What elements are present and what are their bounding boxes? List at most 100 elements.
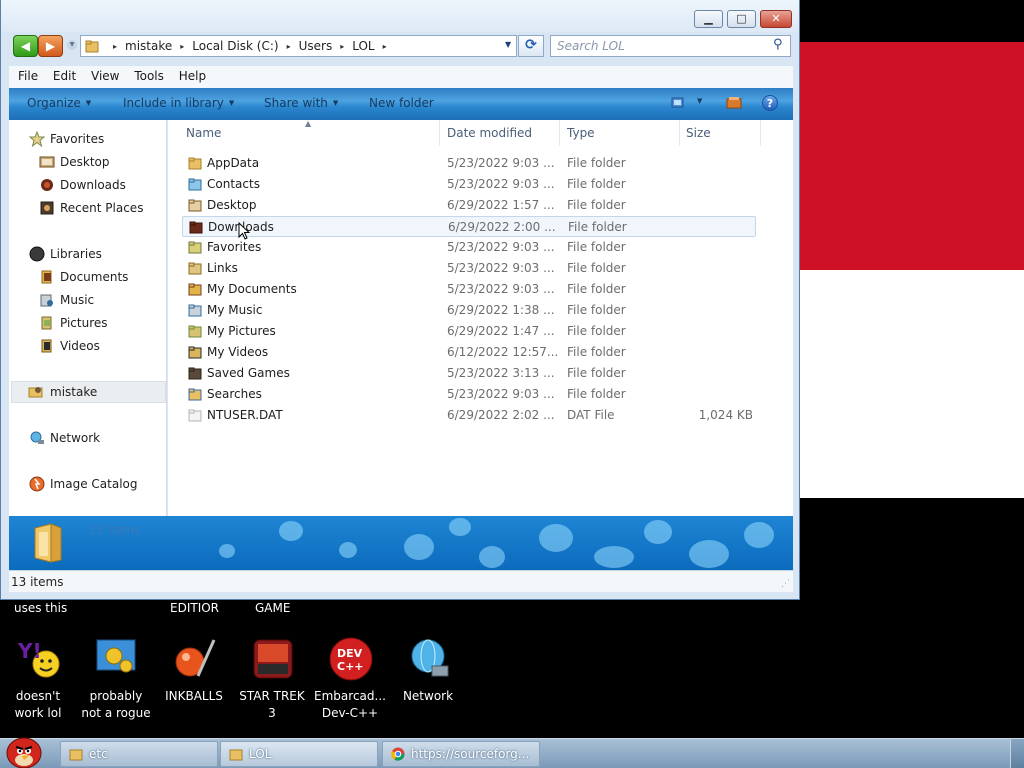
minimize-button[interactable]: ▁ xyxy=(694,10,723,28)
taskbar-button-chrome[interactable]: https://sourceforg... xyxy=(382,741,540,767)
menu-file[interactable]: File xyxy=(9,66,38,83)
include-in-library-button[interactable]: Include in library ▼ xyxy=(123,96,234,110)
search-icon[interactable]: ⚲ xyxy=(773,37,783,52)
music-icon xyxy=(40,294,53,307)
libraries-icon xyxy=(29,246,45,262)
file-row[interactable]: My Pictures 6/29/2022 1:47 ... File folder xyxy=(182,321,756,342)
title-bar[interactable]: ▁ □ ✕ xyxy=(1,0,799,32)
breadcrumb-item[interactable]: LOL xyxy=(352,39,374,53)
column-type[interactable]: Type xyxy=(567,126,595,146)
column-name[interactable]: Name xyxy=(186,126,221,146)
chevron-down-icon: ▼ xyxy=(228,99,235,107)
decorative-bubble xyxy=(744,522,774,548)
recent-pages-dropdown[interactable]: ▼ xyxy=(67,40,77,50)
back-button[interactable]: ◀ xyxy=(13,35,38,57)
column-divider[interactable] xyxy=(760,120,761,146)
file-type: File folder xyxy=(567,366,626,380)
taskbar-label: LOL xyxy=(249,747,272,761)
desktop-icon-label: STAR TREK 3 xyxy=(239,689,305,720)
help-button[interactable]: ? xyxy=(762,95,778,111)
file-type: DAT File xyxy=(567,408,615,422)
column-size[interactable]: Size xyxy=(686,126,711,146)
nav-downloads-label: Downloads xyxy=(60,178,126,192)
desktop-icon xyxy=(188,199,202,212)
file-row[interactable]: Searches 5/23/2022 9:03 ... File folder xyxy=(182,384,756,405)
desktop-text-label: GAME xyxy=(255,601,291,615)
organize-button[interactable]: Organize ▼ xyxy=(27,96,91,110)
nav-music-label: Music xyxy=(60,293,95,307)
file-type: File folder xyxy=(567,261,626,275)
address-dropdown-icon[interactable]: ▼ xyxy=(505,40,511,49)
address-bar[interactable]: ▸ mistake ▸ Local Disk (C:) ▸ Users ▸ LOL ▸ ▼ xyxy=(80,35,517,57)
preview-pane-icon[interactable] xyxy=(726,96,742,110)
documents-icon xyxy=(41,270,52,284)
breadcrumb-chevron-icon[interactable]: ▸ xyxy=(172,42,192,51)
breadcrumb-item[interactable]: Users xyxy=(299,39,333,53)
svg-text:Y!: Y! xyxy=(17,639,42,663)
taskbar-button-etc[interactable]: etc xyxy=(60,741,218,767)
share-with-button[interactable]: Share with ▼ xyxy=(264,96,338,110)
search-input[interactable] xyxy=(557,38,767,54)
nav-user-mistake[interactable]: mistake xyxy=(11,381,166,403)
breadcrumb-chevron-icon[interactable]: ▸ xyxy=(105,42,125,51)
breadcrumb-chevron-icon[interactable]: ▸ xyxy=(332,42,352,51)
breadcrumb-item[interactable]: mistake xyxy=(125,39,172,53)
breadcrumb-item[interactable]: Local Disk (C:) xyxy=(192,39,278,53)
menu-tools[interactable]: Tools xyxy=(125,66,164,83)
desktop-icon-star-trek[interactable]: STAR TREK 3 xyxy=(234,636,310,732)
column-divider[interactable] xyxy=(559,120,560,146)
desktop-icon-network[interactable]: Network xyxy=(390,636,466,732)
file-name: Desktop xyxy=(207,198,257,212)
close-button[interactable]: ✕ xyxy=(760,10,792,28)
chevron-down-icon: ▼ xyxy=(332,99,339,107)
column-divider[interactable] xyxy=(439,120,440,146)
file-row[interactable]: Links 5/23/2022 9:03 ... File folder xyxy=(182,258,756,279)
resize-grip-icon[interactable]: ⋰ xyxy=(781,579,790,589)
column-date[interactable]: Date modified xyxy=(447,126,532,146)
show-desktop-button[interactable] xyxy=(1010,739,1024,768)
menu-help[interactable]: Help xyxy=(170,66,206,83)
column-divider[interactable] xyxy=(679,120,680,146)
file-row[interactable]: My Music 6/29/2022 1:38 ... File folder xyxy=(182,300,756,321)
file-row[interactable]: Downloads6/29/2022 2:00 ...File folder xyxy=(182,216,756,237)
nav-buttons: ◀ ▶ xyxy=(13,35,65,57)
view-dropdown-icon[interactable]: ▼ xyxy=(697,97,702,105)
breadcrumb-chevron-icon[interactable]: ▸ xyxy=(375,42,395,51)
file-row[interactable]: NTUSER.DAT 6/29/2022 2:02 ... DAT File 1,02… xyxy=(182,405,756,426)
file-name: My Videos xyxy=(207,345,269,359)
taskbar-button-lol[interactable]: LOL xyxy=(220,741,378,767)
menu-edit[interactable]: Edit xyxy=(44,66,76,83)
refresh-icon: ⟳ xyxy=(525,37,537,53)
file-row[interactable]: Favorites 5/23/2022 9:03 ... File folder xyxy=(182,237,756,258)
file-row[interactable]: Contacts 5/23/2022 9:03 ... File folder xyxy=(182,174,756,195)
menu-view[interactable]: View xyxy=(82,66,119,83)
desktop-icon-label: Network xyxy=(402,689,454,703)
desktop-icon-devcpp[interactable]: DEV C++ Embarcad... Dev-C++ xyxy=(312,636,388,732)
desktop-icon-probably[interactable]: probably not a rogue xyxy=(78,636,154,732)
desktop-icon-yahoo[interactable]: Y! doesn't work lol xyxy=(0,636,76,732)
navigation-pane: Favorites Desktop Downloads Recent Place… xyxy=(9,120,167,516)
organize-label: Organize xyxy=(27,96,81,110)
file-name: NTUSER.DAT xyxy=(207,408,283,422)
search-box[interactable]: ⚲ xyxy=(550,35,791,57)
new-folder-button[interactable]: New folder xyxy=(369,96,434,110)
chrome-icon xyxy=(391,747,405,761)
file-type: File folder xyxy=(567,198,626,212)
inkball-icon xyxy=(175,639,216,677)
address-row: ◀ ▶ ▼ ▸ mistake ▸ Local Disk (C:) ▸ Users ▸ LOL… xyxy=(1,32,799,62)
view-options-icon[interactable] xyxy=(671,96,687,110)
maximize-button[interactable]: □ xyxy=(727,10,756,28)
desktop-icon-inkballs[interactable]: INKBALLS xyxy=(156,636,232,732)
start-button-angry-bird-icon[interactable] xyxy=(2,731,48,768)
file-row[interactable]: Desktop 6/29/2022 1:57 ... File folder xyxy=(182,195,756,216)
nav-favorites-label: Favorites xyxy=(50,132,105,146)
file-row[interactable]: My Videos 6/12/2022 12:57... File folder xyxy=(182,342,756,363)
forward-button[interactable]: ▶ xyxy=(38,35,63,57)
star-icon xyxy=(188,241,202,254)
file-row[interactable]: Saved Games 5/23/2022 3:13 ... File folder xyxy=(182,363,756,384)
refresh-button[interactable]: ⟳ xyxy=(518,35,544,57)
file-row[interactable]: AppData 5/23/2022 9:03 ... File folder xyxy=(182,153,756,174)
file-row[interactable]: My Documents 5/23/2022 9:03 ... File folde… xyxy=(182,279,756,300)
breadcrumb-chevron-icon[interactable]: ▸ xyxy=(279,42,299,51)
nav-network-label: Network xyxy=(50,431,101,445)
